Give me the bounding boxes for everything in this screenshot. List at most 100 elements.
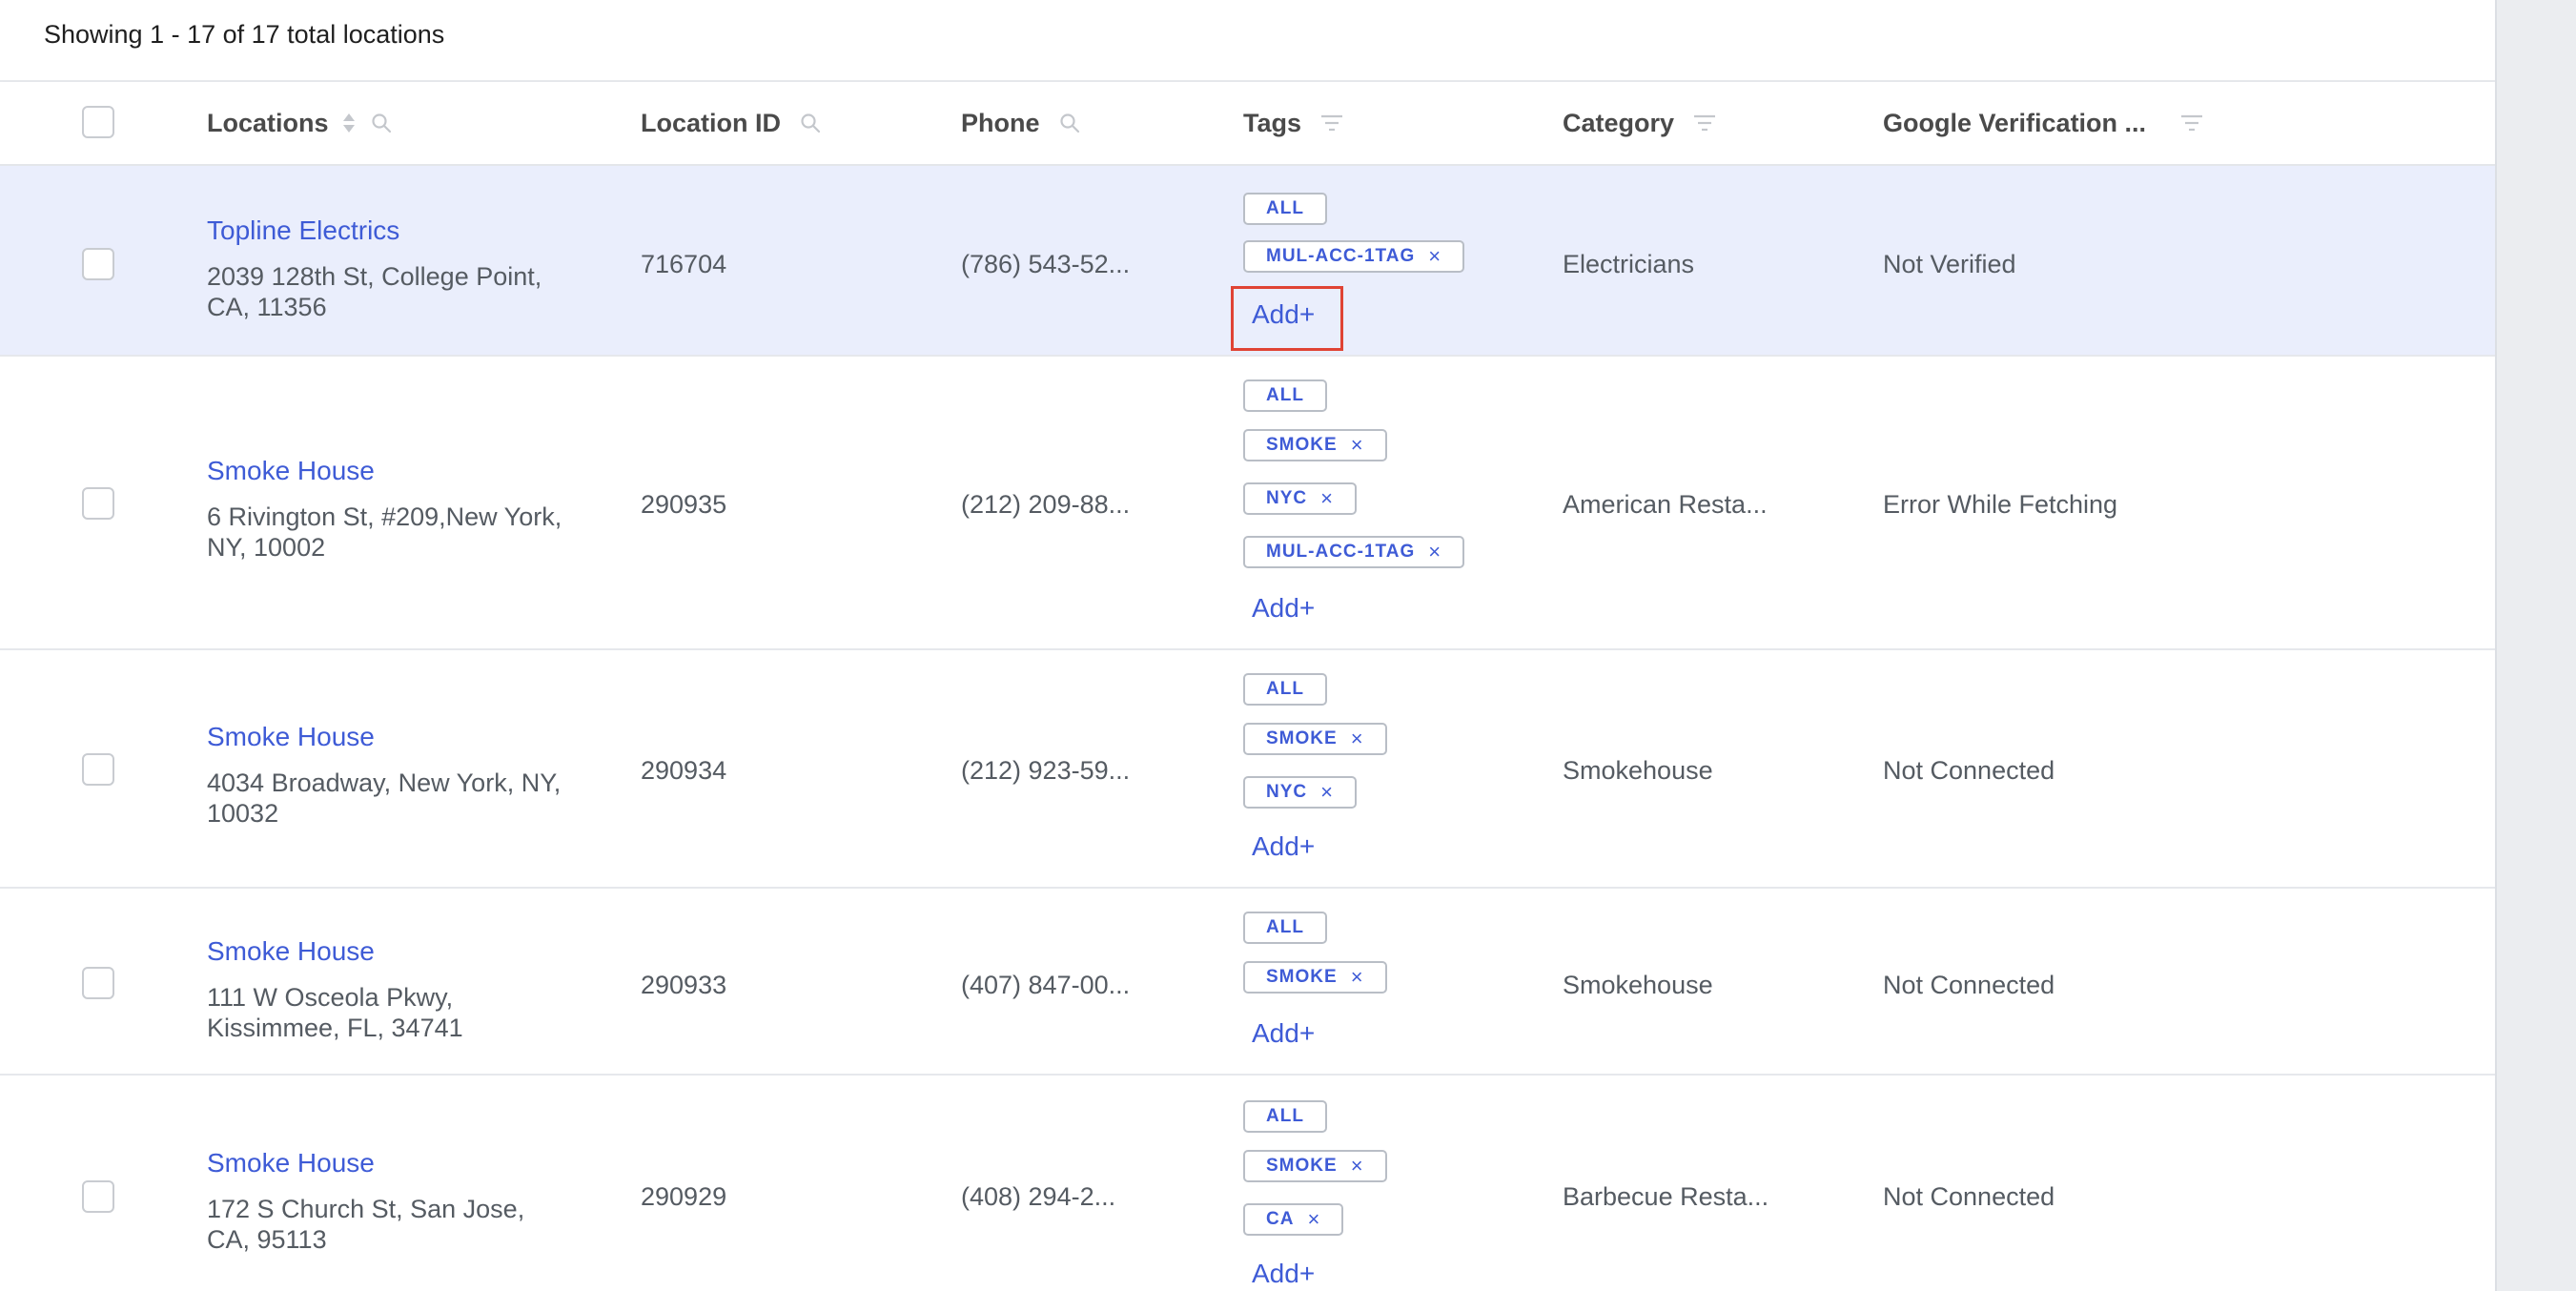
column-header-location-id[interactable]: Location ID bbox=[641, 82, 821, 164]
side-panel-edge bbox=[2495, 0, 2576, 1291]
tag-label: NYC bbox=[1266, 782, 1308, 802]
tag-chip: SMOKE × bbox=[1243, 723, 1387, 755]
tag-label: SMOKE bbox=[1266, 435, 1338, 455]
add-tag-link[interactable]: Add+ bbox=[1252, 831, 1315, 862]
table-row[interactable]: Smoke House 172 S Church St, San Jose, C… bbox=[0, 1076, 2495, 1291]
tag-label: MUL-ACC-1TAG bbox=[1266, 542, 1416, 562]
row-checkbox[interactable] bbox=[82, 1180, 114, 1213]
tag-chip: NYC × bbox=[1243, 776, 1357, 809]
phone-number: (212) 923-59... bbox=[961, 756, 1131, 785]
locations-page: Showing 1 - 17 of 17 total locations Loc… bbox=[0, 0, 2576, 1291]
column-header-locations[interactable]: Locations bbox=[207, 82, 392, 164]
location-address: 2039 128th St, College Point, CA, 11356 bbox=[207, 262, 542, 321]
row-checkbox[interactable] bbox=[82, 248, 114, 280]
remove-tag-icon[interactable]: × bbox=[1351, 433, 1364, 458]
tag-label: ALL bbox=[1266, 198, 1304, 218]
phone-number: (212) 209-88... bbox=[961, 490, 1131, 519]
tag-chip: ALL bbox=[1243, 912, 1327, 944]
phone-number: (786) 543-52... bbox=[961, 250, 1131, 278]
location-name-link[interactable]: Smoke House bbox=[207, 456, 375, 486]
column-label: Phone bbox=[961, 108, 1040, 137]
verification-status: Not Connected bbox=[1883, 756, 2055, 785]
column-header-category[interactable]: Category bbox=[1563, 82, 1716, 164]
locations-table-panel: Showing 1 - 17 of 17 total locations Loc… bbox=[0, 0, 2495, 1291]
tag-label: ALL bbox=[1266, 679, 1304, 699]
tag-chip: NYC × bbox=[1243, 482, 1357, 515]
table-row[interactable]: Smoke House 6 Rivington St, #209,New Yor… bbox=[0, 357, 2495, 650]
tag-label: SMOKE bbox=[1266, 967, 1338, 987]
table-row[interactable]: Topline Electrics 2039 128th St, College… bbox=[0, 166, 2495, 357]
filter-icon[interactable] bbox=[1693, 114, 1716, 132]
tag-label: SMOKE bbox=[1266, 728, 1338, 748]
results-summary: Showing 1 - 17 of 17 total locations bbox=[44, 20, 445, 49]
add-tag-link[interactable]: Add+ bbox=[1252, 593, 1315, 624]
verification-status: Not Verified bbox=[1883, 250, 2016, 278]
row-checkbox[interactable] bbox=[82, 967, 114, 999]
tag-chip: MUL-ACC-1TAG × bbox=[1243, 536, 1465, 568]
tag-chip: SMOKE × bbox=[1243, 1150, 1387, 1182]
tag-label: ALL bbox=[1266, 1106, 1304, 1126]
tag-label: NYC bbox=[1266, 488, 1308, 508]
remove-tag-icon[interactable]: × bbox=[1428, 540, 1441, 564]
row-checkbox[interactable] bbox=[82, 487, 114, 520]
category: Electricians bbox=[1563, 250, 1695, 278]
table-row[interactable]: Smoke House 4034 Broadway, New York, NY,… bbox=[0, 650, 2495, 889]
tag-label: ALL bbox=[1266, 385, 1304, 405]
remove-tag-icon[interactable]: × bbox=[1351, 965, 1364, 990]
phone-number: (407) 847-00... bbox=[961, 971, 1131, 999]
column-label: Category bbox=[1563, 108, 1675, 137]
location-id: 290935 bbox=[641, 490, 727, 519]
verification-status: Error While Fetching bbox=[1883, 490, 2118, 519]
filter-icon[interactable] bbox=[1320, 114, 1343, 132]
column-header-google-verification[interactable]: Google Verification ... bbox=[1883, 82, 2203, 164]
search-icon[interactable] bbox=[371, 113, 392, 133]
table-header: Locations Location ID Phone Tags Categor… bbox=[0, 82, 2495, 166]
column-header-tags[interactable]: Tags bbox=[1243, 82, 1343, 164]
add-tag-link[interactable]: Add+ bbox=[1252, 299, 1315, 330]
table-row[interactable]: Smoke House 111 W Osceola Pkwy, Kissimme… bbox=[0, 889, 2495, 1076]
column-header-phone[interactable]: Phone bbox=[961, 82, 1080, 164]
category: American Resta... bbox=[1563, 490, 1768, 519]
category: Smokehouse bbox=[1563, 756, 1713, 785]
tag-chip: ALL bbox=[1243, 193, 1327, 225]
location-id: 290933 bbox=[641, 971, 727, 999]
column-label: Locations bbox=[207, 108, 329, 137]
location-address: 172 S Church St, San Jose, CA, 95113 bbox=[207, 1195, 525, 1254]
location-name-link[interactable]: Smoke House bbox=[207, 1148, 375, 1178]
remove-tag-icon[interactable]: × bbox=[1351, 1154, 1364, 1178]
tag-label: CA bbox=[1266, 1209, 1295, 1229]
search-icon[interactable] bbox=[1059, 113, 1080, 133]
location-address: 111 W Osceola Pkwy, Kissimmee, FL, 34741 bbox=[207, 983, 463, 1042]
verification-status: Not Connected bbox=[1883, 1182, 2055, 1211]
location-name-link[interactable]: Topline Electrics bbox=[207, 215, 399, 246]
add-tag-link[interactable]: Add+ bbox=[1252, 1259, 1315, 1289]
location-id: 716704 bbox=[641, 250, 727, 278]
remove-tag-icon[interactable]: × bbox=[1320, 780, 1334, 805]
select-all-checkbox[interactable] bbox=[82, 106, 114, 138]
tag-chip: ALL bbox=[1243, 1100, 1327, 1133]
location-id: 290929 bbox=[641, 1182, 727, 1211]
column-label: Tags bbox=[1243, 108, 1302, 137]
remove-tag-icon[interactable]: × bbox=[1307, 1207, 1320, 1232]
tag-label: SMOKE bbox=[1266, 1156, 1338, 1176]
tag-chip: CA × bbox=[1243, 1203, 1344, 1236]
tag-chip: ALL bbox=[1243, 673, 1327, 706]
location-address: 6 Rivington St, #209,New York, NY, 10002 bbox=[207, 502, 562, 562]
search-icon[interactable] bbox=[800, 113, 821, 133]
location-address: 4034 Broadway, New York, NY, 10032 bbox=[207, 768, 562, 828]
filter-icon[interactable] bbox=[2180, 114, 2203, 132]
location-name-link[interactable]: Smoke House bbox=[207, 722, 375, 752]
remove-tag-icon[interactable]: × bbox=[1351, 727, 1364, 751]
category: Barbecue Resta... bbox=[1563, 1182, 1769, 1211]
tag-chip: SMOKE × bbox=[1243, 429, 1387, 461]
location-name-link[interactable]: Smoke House bbox=[207, 936, 375, 967]
remove-tag-icon[interactable]: × bbox=[1428, 244, 1441, 269]
column-label: Location ID bbox=[641, 108, 781, 137]
add-tag-link[interactable]: Add+ bbox=[1252, 1018, 1315, 1049]
sort-icon[interactable] bbox=[342, 113, 356, 133]
remove-tag-icon[interactable]: × bbox=[1320, 486, 1334, 511]
tag-label: ALL bbox=[1266, 917, 1304, 937]
verification-status: Not Connected bbox=[1883, 971, 2055, 999]
row-checkbox[interactable] bbox=[82, 753, 114, 786]
tag-chip: SMOKE × bbox=[1243, 961, 1387, 994]
